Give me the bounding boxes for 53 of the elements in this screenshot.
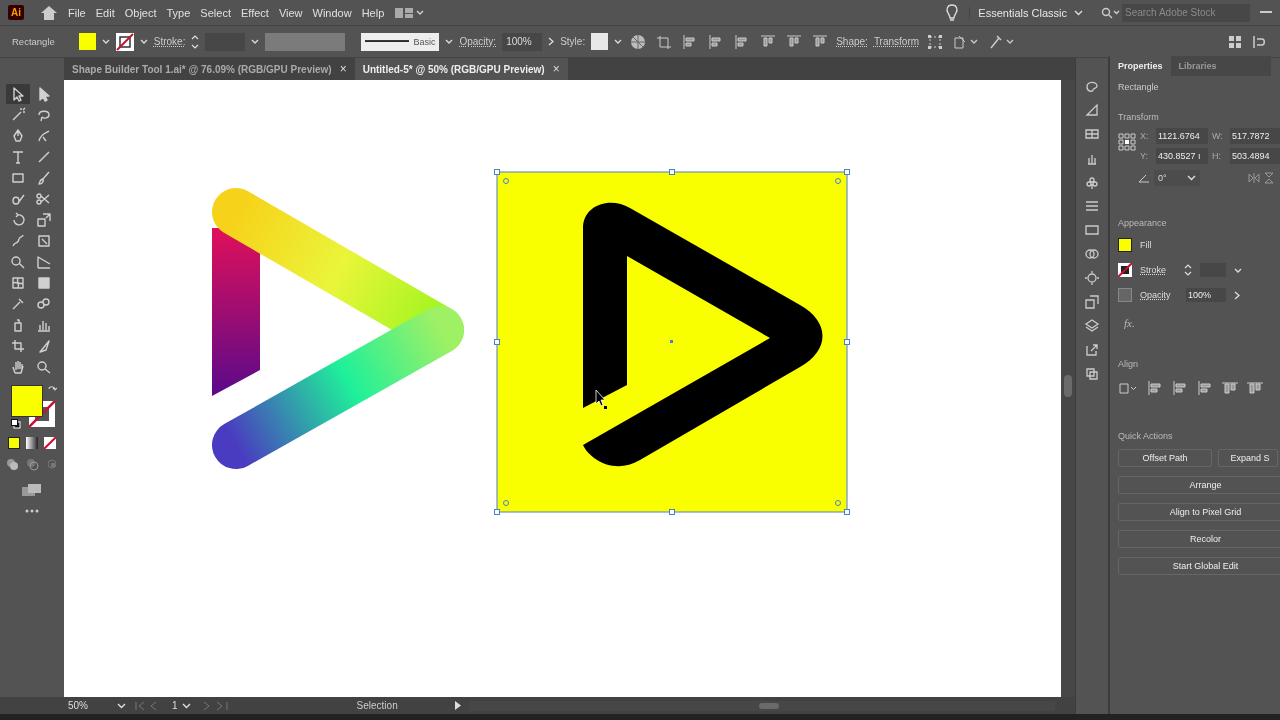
effects-button[interactable]: fx. (1124, 317, 1135, 329)
current-tool-label: Selection (356, 700, 399, 711)
menu-item[interactable]: Object (124, 6, 157, 19)
workspace-switcher[interactable]: Essentials Classic (969, 6, 1091, 19)
quick-action-button[interactable]: Recolor (1118, 530, 1280, 548)
quick-action-button[interactable]: Start Global Edit (1118, 557, 1280, 575)
search-field[interactable]: Search Adobe Stock (1122, 3, 1250, 22)
field-label: X: (1140, 131, 1150, 141)
section-heading: Transform (1118, 112, 1159, 122)
offset-path-button[interactable]: Offset Path (1118, 449, 1212, 467)
section-heading: Appearance (1118, 218, 1167, 228)
menu-item[interactable]: File (68, 6, 86, 19)
opacity-link[interactable]: Opacity (1140, 290, 1172, 300)
quick-action-button[interactable]: Arrange (1118, 476, 1280, 494)
stroke-label[interactable]: Stroke: (153, 36, 186, 47)
panel-tab[interactable]: Properties (1110, 56, 1171, 76)
x-field[interactable]: 1121.6764 (1156, 128, 1208, 144)
quick-action-button[interactable]: Align to Pixel Grid (1118, 503, 1280, 521)
shape-label[interactable]: Shape: (836, 36, 868, 47)
transform-link[interactable]: Transform (873, 36, 920, 47)
field-label: Y: (1140, 151, 1149, 161)
section-heading: Quick Actions (1118, 431, 1173, 441)
fill-label: Fill (1140, 240, 1153, 250)
menu-item[interactable]: Help (361, 6, 385, 19)
rotation-field[interactable]: 0° (1154, 170, 1200, 186)
app-logo: Ai (8, 5, 24, 20)
style-label: Style: (560, 36, 586, 47)
document-tab[interactable]: Shape Builder Tool 1.ai* @ 76.09% (RGB/GPU Preview) × (64, 58, 355, 80)
field-label: W: (1212, 131, 1224, 141)
menu-item[interactable]: Effect (240, 6, 269, 19)
document-tab[interactable]: Untitled-5* @ 50% (RGB/GPU Preview) × (354, 58, 568, 80)
artboard-number-field[interactable]: 1 (172, 700, 191, 711)
width-field[interactable]: 517.7872 (1230, 128, 1280, 144)
menu-item[interactable]: Type (166, 6, 191, 19)
object-type-label: Rectangle (12, 36, 55, 47)
stroke-link[interactable]: Stroke (1140, 265, 1172, 275)
opacity-field[interactable]: 100% (1186, 288, 1226, 302)
opacity-field[interactable]: 100% (502, 32, 543, 51)
y-field[interactable]: 430.8527 ı (1156, 148, 1208, 164)
menu-item[interactable]: Edit (95, 6, 115, 19)
field-label: H: (1212, 151, 1222, 161)
menu-item[interactable]: View (278, 6, 303, 19)
section-heading: Align (1118, 359, 1138, 369)
height-field[interactable]: 503.4894 (1230, 148, 1280, 164)
opacity-label[interactable]: Opacity: (459, 36, 497, 47)
expand-shape-button[interactable]: Expand S (1218, 449, 1278, 467)
brush-definition-field[interactable]: Basic (361, 32, 440, 51)
close-tab-button[interactable]: × (339, 62, 347, 76)
selection-type-label: Rectangle (1118, 82, 1159, 92)
menu-item[interactable]: Select (200, 6, 231, 19)
close-tab-button[interactable]: × (552, 62, 560, 76)
menu-item[interactable]: Window (312, 6, 352, 19)
zoom-level-field[interactable]: 50% (68, 700, 126, 711)
